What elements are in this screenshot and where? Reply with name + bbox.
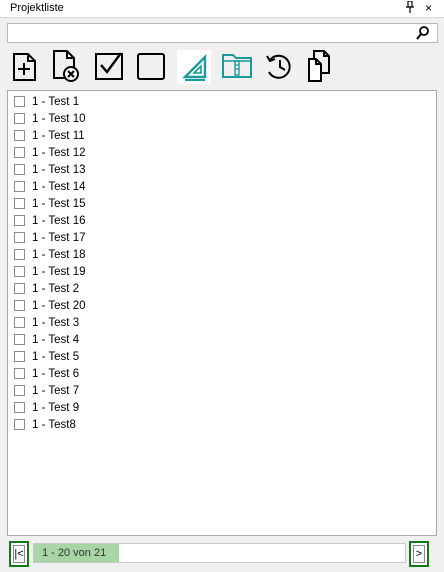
copy-icon [308,50,330,82]
file-delete-icon [53,50,79,82]
pin-icon[interactable] [405,0,415,16]
item-checkbox[interactable] [14,198,25,209]
next-page-button[interactable]: > [409,541,429,567]
copy-project-button[interactable] [303,48,337,84]
item-label: 1 - Test8 [32,419,76,431]
page-progress-bar: 1 - 20 von 21 [33,543,406,563]
item-checkbox[interactable] [14,232,25,243]
list-item[interactable]: 1 - Test 3 [13,315,313,332]
select-all-button[interactable] [92,48,126,84]
item-label: 1 - Test 10 [32,113,86,125]
item-checkbox[interactable] [14,402,25,413]
search-input[interactable] [10,25,414,41]
item-checkbox[interactable] [14,181,25,192]
item-checkbox[interactable] [14,368,25,379]
history-button[interactable] [262,48,296,84]
item-label: 1 - Test 20 [32,300,86,312]
item-label: 1 - Test 19 [32,266,86,278]
checkbox-checked-icon [95,52,123,80]
deselect-all-button[interactable] [134,48,168,84]
list-item[interactable]: 1 - Test 5 [13,349,313,366]
list-item[interactable]: 1 - Test 10 [13,111,313,128]
item-label: 1 - Test 16 [32,215,86,227]
zip-folder-icon [222,54,252,78]
item-checkbox[interactable] [14,249,25,260]
list-item[interactable]: 1 - Test 6 [13,366,313,383]
item-label: 1 - Test 11 [32,130,85,142]
list-item[interactable]: 1 - Test 11 [13,128,313,145]
pager: |< 1 - 20 von 21 > [0,540,444,570]
item-checkbox[interactable] [14,215,25,226]
list-item[interactable]: 1 - Test 4 [13,332,313,349]
item-label: 1 - Test 17 [32,232,86,244]
item-label: 1 - Test 13 [32,164,86,176]
drafting-triangle-icon [177,50,211,84]
item-checkbox[interactable] [14,147,25,158]
item-label: 1 - Test 14 [32,181,86,193]
delete-project-button[interactable] [49,48,83,84]
item-checkbox[interactable] [14,317,25,328]
item-checkbox[interactable] [14,385,25,396]
checkbox-empty-icon [137,53,165,80]
item-label: 1 - Test 3 [32,317,80,329]
item-label: 1 - Test 6 [32,368,80,380]
item-checkbox[interactable] [14,96,25,107]
item-label: 1 - Test 1 [32,96,80,108]
list-item[interactable]: 1 - Test 17 [13,230,313,247]
close-icon[interactable]: × [425,1,432,15]
page-status-text: 1 - 20 von 21 [42,547,107,559]
next-page-label: > [413,545,425,563]
item-checkbox[interactable] [14,334,25,345]
list-item[interactable]: 1 - Test 14 [13,179,313,196]
list-item[interactable]: 1 - Test 9 [13,400,313,417]
list-item[interactable]: 1 - Test 16 [13,213,313,230]
first-page-button[interactable]: |< [9,541,29,567]
list-item[interactable]: 1 - Test 2 [13,281,313,298]
item-checkbox[interactable] [14,300,25,311]
history-icon [266,54,291,79]
item-checkbox[interactable] [14,419,25,430]
item-label: 1 - Test 18 [32,249,86,261]
item-checkbox[interactable] [14,113,25,124]
list-item[interactable]: 1 - Test 1 [13,94,313,111]
list-item[interactable]: 1 - Test 7 [13,383,313,400]
item-label: 1 - Test 9 [32,402,80,414]
item-checkbox[interactable] [14,164,25,175]
item-label: 1 - Test 2 [32,283,80,295]
list-item[interactable]: 1 - Test 15 [13,196,313,213]
file-add-icon [13,53,36,81]
item-label: 1 - Test 15 [32,198,86,210]
item-checkbox[interactable] [14,351,25,362]
project-list[interactable]: 1 - Test 1 1 - Test 10 1 - Test 11 1 - Test… [7,90,437,536]
list-item[interactable]: 1 - Test 18 [13,247,313,264]
item-checkbox[interactable] [14,283,25,294]
item-label: 1 - Test 12 [32,147,86,159]
search-box [7,23,438,43]
panel-titlebar: Projektliste × [0,0,444,18]
first-page-label: |< [13,545,25,563]
list-item[interactable]: 1 - Test 19 [13,264,313,281]
toolbar [0,48,444,86]
item-checkbox[interactable] [14,266,25,277]
item-label: 1 - Test 4 [32,334,80,346]
item-label: 1 - Test 7 [32,385,80,397]
edit-project-button[interactable] [177,48,211,84]
new-project-button[interactable] [8,48,42,84]
list-item[interactable]: 1 - Test 12 [13,145,313,162]
list-item[interactable]: 1 - Test8 [13,417,313,434]
search-icon[interactable] [414,25,432,41]
list-item[interactable]: 1 - Test 13 [13,162,313,179]
panel-title: Projektliste [10,2,64,14]
list-item[interactable]: 1 - Test 20 [13,298,313,315]
item-label: 1 - Test 5 [32,351,80,363]
archive-project-button[interactable] [220,48,254,84]
item-checkbox[interactable] [14,130,25,141]
